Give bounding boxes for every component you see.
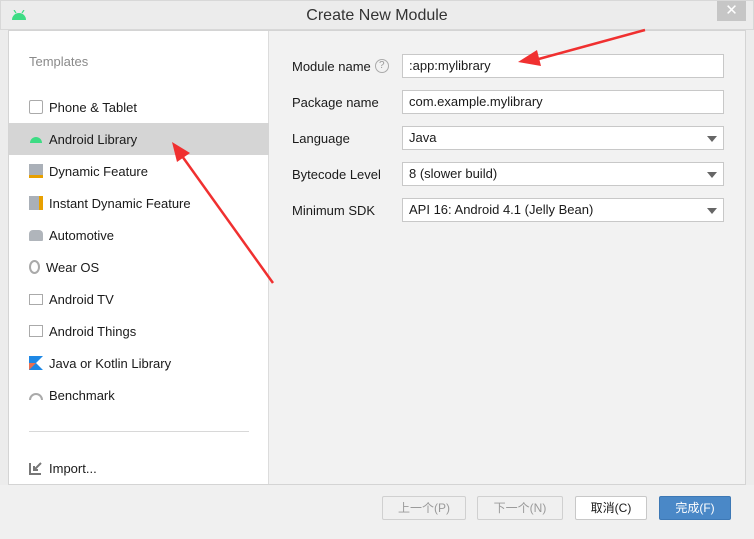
tv-icon: [29, 293, 43, 305]
phone-tablet-icon: [29, 100, 43, 114]
sidebar-item-automotive[interactable]: Automotive: [9, 219, 269, 251]
folder-instant-icon: [29, 196, 43, 210]
sidebar-item-dynamic-feature[interactable]: Dynamic Feature: [9, 155, 269, 187]
finish-button[interactable]: 完成(F): [659, 496, 731, 520]
minimum-sdk-label: Minimum SDK: [292, 202, 376, 218]
import-icon: [29, 461, 43, 475]
things-icon: [29, 325, 43, 337]
bytecode-level-label: Bytecode Level: [292, 166, 381, 182]
chevron-down-icon: [707, 172, 717, 178]
package-name-label: Package name: [292, 94, 379, 110]
sidebar-item-wear-os[interactable]: Wear OS: [9, 251, 269, 283]
gauge-icon: [29, 388, 43, 402]
help-icon[interactable]: ?: [374, 59, 389, 73]
sidebar-item-android-tv[interactable]: Android TV: [9, 283, 269, 315]
android-icon: [29, 132, 43, 146]
close-button[interactable]: ✕: [717, 1, 746, 21]
sidebar-item-benchmark[interactable]: Benchmark: [9, 379, 269, 411]
dialog-body: Templates Phone & Tablet Android Library…: [8, 30, 746, 485]
sidebar-item-android-things[interactable]: Android Things: [9, 315, 269, 347]
previous-button[interactable]: 上一个(P): [382, 496, 466, 520]
watch-icon: [29, 260, 40, 274]
car-icon: [29, 229, 43, 241]
kotlin-icon: [29, 356, 43, 370]
module-name-input[interactable]: :app:mylibrary: [402, 54, 724, 78]
window-title: Create New Module: [306, 7, 448, 24]
cancel-button[interactable]: 取消(C): [575, 496, 647, 520]
chevron-down-icon: [707, 136, 717, 142]
chevron-down-icon: [707, 208, 717, 214]
next-button[interactable]: 下一个(N): [477, 496, 563, 520]
language-label: Language: [292, 130, 350, 146]
templates-sidebar: Templates Phone & Tablet Android Library…: [9, 31, 269, 484]
sidebar-item-phone-tablet[interactable]: Phone & Tablet: [9, 91, 269, 123]
title-bar: Create New Module ✕: [0, 0, 754, 30]
sidebar-item-java-kotlin-library[interactable]: Java or Kotlin Library: [9, 347, 269, 379]
folder-feature-icon: [29, 164, 43, 178]
module-name-label: Module name?: [292, 54, 389, 78]
bytecode-level-select[interactable]: 8 (slower build): [402, 162, 724, 186]
package-name-input[interactable]: com.example.mylibrary: [402, 90, 724, 114]
sidebar-item-instant-dynamic-feature[interactable]: Instant Dynamic Feature: [9, 187, 269, 219]
dialog-footer: 上一个(P) 下一个(N) 取消(C) 完成(F): [0, 485, 754, 539]
import-button[interactable]: Import...: [9, 452, 269, 484]
language-select[interactable]: Java: [402, 126, 724, 150]
sidebar-divider: [29, 431, 249, 432]
sidebar-item-android-library[interactable]: Android Library: [9, 123, 269, 155]
minimum-sdk-select[interactable]: API 16: Android 4.1 (Jelly Bean): [402, 198, 724, 222]
templates-heading: Templates: [29, 54, 89, 69]
